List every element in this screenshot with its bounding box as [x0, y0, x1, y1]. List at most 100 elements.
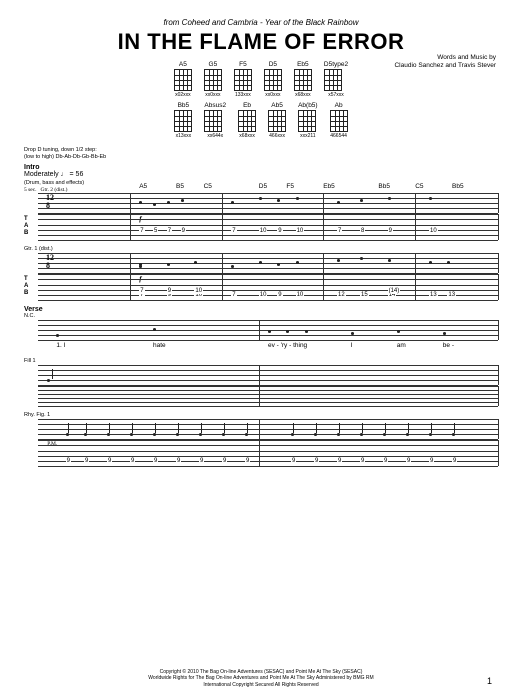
chord-grid	[238, 110, 256, 132]
tab-staff-gtr2: TAB 757971091078910	[38, 214, 498, 240]
credits-line1: Words and Music by	[394, 54, 496, 62]
bars-rest: 5 sec.	[24, 187, 37, 193]
tab-fret: 12	[337, 292, 346, 298]
vocal-staff	[38, 320, 498, 340]
chord-mark: B5	[176, 183, 184, 190]
tab-fret: 10	[259, 292, 268, 298]
tab-fret: 9	[277, 292, 282, 298]
source-line: from Coheed and Cambria - Year of the Bl…	[24, 18, 498, 27]
tab-fret: 9	[383, 458, 388, 464]
tab-fret: 7	[231, 228, 236, 234]
tab-fret: 9	[130, 458, 135, 464]
chord-symbols-row: A5 B5 C5 D5 F5 Eb5 Bb5 C5 Bb5	[38, 183, 498, 193]
chord-grid	[324, 69, 342, 91]
page-number: 1	[487, 676, 492, 686]
tab-fret: (14)	[388, 288, 401, 294]
time-signature: 128	[46, 254, 54, 270]
chord-mark: A5	[139, 183, 147, 190]
fill1-label: Fill 1	[24, 358, 498, 364]
tab-fret: 15	[360, 292, 369, 298]
system-fill1	[24, 365, 498, 406]
credits: Words and Music by Claudio Sanchez and T…	[394, 54, 496, 70]
system-gtr2: (Drum, bass and effects) 5 sec. Gtr. 2 (…	[24, 180, 498, 240]
tab-fret: 9	[66, 458, 71, 464]
chord-grid	[204, 110, 222, 132]
copyright-footer: Copyright © 2010 The Bag On-line Adventu…	[0, 669, 522, 689]
chord-grid	[268, 110, 286, 132]
time-signature: 128	[46, 194, 54, 210]
chord-diagram: Bb5x13xxx	[174, 102, 192, 139]
chord-diagram: A5x02xxx	[174, 61, 192, 98]
nc-mark: N.C.	[24, 313, 498, 319]
tab-label: TAB	[24, 276, 28, 297]
chord-grid	[174, 110, 192, 132]
intro-label: Intro	[24, 164, 498, 171]
tab-fret: 9	[245, 458, 250, 464]
tab-staff-gtr1: TAB 77991010710910121514(14)1313	[38, 274, 498, 300]
verse-label: Verse	[24, 306, 498, 313]
rhy-tab: 99999999999999999	[38, 440, 498, 466]
chord-mark: F5	[286, 183, 294, 190]
tab-fret: 13	[447, 292, 456, 298]
lyric-line: 1. I hate ev - 'ry - thing I am be -	[38, 342, 498, 352]
tab-fret: 10	[194, 288, 203, 294]
chord-mark: Bb5	[452, 183, 464, 190]
chord-diagram: Eb5x68xxx	[294, 61, 312, 98]
chord-grid	[174, 69, 192, 91]
chord-diagram: Absus2xx644x	[204, 102, 226, 139]
chord-row-2: Bb5x13xxx Absus2xx644x Ebx68xxx Ab5466xx…	[24, 102, 498, 139]
chord-diagram: D5type2x57xxx	[324, 61, 348, 98]
song-title: IN THE FLAME OF ERROR	[24, 29, 498, 55]
chord-mark: Eb5	[323, 183, 335, 190]
lyric: ev - 'ry - thing	[268, 342, 307, 349]
chord-diagram: D5xx0xxx	[264, 61, 282, 98]
chord-mark: C5	[204, 183, 212, 190]
chord-diagram: Ab466544	[330, 102, 348, 139]
lyric: am	[397, 342, 406, 349]
system-gtr1: Gtr. 1 (dist.) 128 f TAB 779910107109101…	[24, 246, 498, 300]
tab-label: TAB	[24, 216, 28, 237]
tab-fret: 9	[107, 458, 112, 464]
chord-grid	[204, 69, 222, 91]
tab-fret: 10	[296, 228, 305, 234]
system-rhyfig: P.M. 99999999999999999	[24, 419, 498, 466]
gtr1-label: Gtr. 1 (dist.)	[24, 246, 498, 252]
tab-fret: 7	[139, 228, 144, 234]
chord-diagram: Ebx68xxx	[238, 102, 256, 139]
fill-tab	[38, 386, 498, 406]
credits-line2: Claudio Sanchez and Travis Stever	[394, 62, 496, 70]
lyric: be -	[443, 342, 454, 349]
tab-fret: 9	[337, 458, 342, 464]
tuning-line2: (low to high) Db-Ab-Db-Gb-Bb-Eb	[24, 154, 498, 161]
chord-grid	[294, 69, 312, 91]
tab-fret: 9	[406, 458, 411, 464]
tab-fret: 7	[231, 292, 236, 298]
chord-mark: C5	[415, 183, 423, 190]
tab-fret: 9	[314, 458, 319, 464]
chord-grid	[298, 110, 316, 132]
fill-staff	[38, 365, 498, 385]
tab-fret: 9	[84, 458, 89, 464]
rhy-staff: P.M.	[38, 419, 498, 439]
tab-fret: 10	[429, 228, 438, 234]
tab-fret: 7	[139, 288, 144, 294]
tab-fret: 9	[167, 288, 172, 294]
tab-fret: 7	[337, 228, 342, 234]
sheet-music-page: from Coheed and Cambria - Year of the Bl…	[0, 0, 522, 480]
tab-fret: 9	[153, 458, 158, 464]
chord-grid	[330, 110, 348, 132]
tab-fret: 10	[259, 228, 268, 234]
tab-fret: 8	[360, 228, 365, 234]
tab-fret: 9	[360, 458, 365, 464]
chord-grid	[234, 69, 252, 91]
tempo-marking: Moderately ♩ = 56	[24, 171, 498, 178]
notation-staff: A5 B5 C5 D5 F5 Eb5 Bb5 C5 Bb5 128 f	[38, 193, 498, 213]
chord-mark: Bb5	[378, 183, 390, 190]
chord-grid	[264, 69, 282, 91]
tab-fret: 9	[176, 458, 181, 464]
chord-mark: D5	[259, 183, 267, 190]
tab-fret: 7	[167, 228, 172, 234]
tab-fret: 9	[181, 228, 186, 234]
tab-fret: 9	[222, 458, 227, 464]
source-prefix: from Coheed and Cambria -	[163, 18, 264, 27]
